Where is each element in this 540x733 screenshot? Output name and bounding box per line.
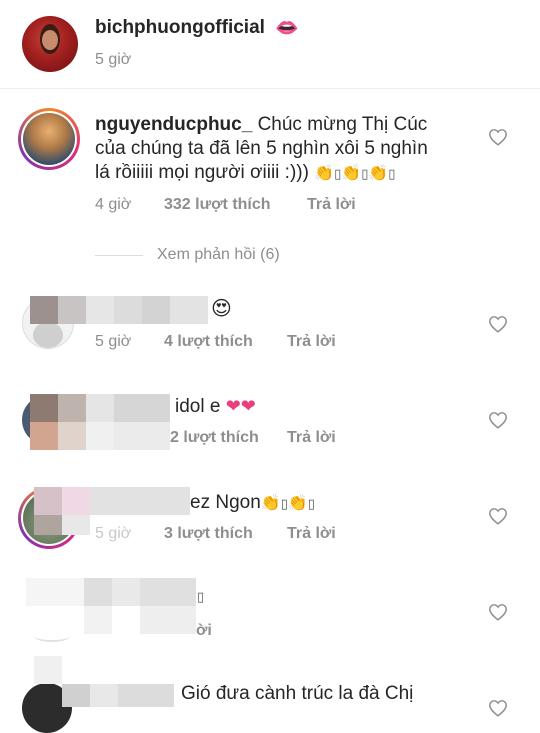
pixelated-username: [114, 394, 170, 422]
comment-2-time: 5 giờ: [95, 333, 132, 350]
comment-6-text: Gió đưa cành trúc la đà Chị: [181, 683, 414, 704]
comment-1-text-line1: Chúc mừng Thị Cúc: [257, 114, 428, 135]
heart-emoji: ❤: [225, 396, 241, 416]
pixelated-username: [86, 422, 114, 450]
comment-2-likes[interactable]: 4 lượt thích: [164, 333, 253, 351]
pixelated-username: [30, 394, 58, 422]
pixelated-username: [86, 296, 114, 324]
comment-2-like-heart-icon[interactable]: [488, 315, 508, 333]
comment-5-avatar-edge: [34, 630, 70, 642]
comment-6-like-heart-icon[interactable]: [488, 699, 508, 717]
comment-1-like-heart-icon[interactable]: [488, 128, 508, 146]
pixelated-username: [114, 296, 142, 324]
commenter-avatar: [23, 113, 75, 165]
clap-emoji: 👏: [341, 165, 362, 182]
comment-5-like-heart-icon[interactable]: [488, 603, 508, 621]
pixelated-username: [58, 422, 86, 450]
lips-emoji: 👄: [275, 18, 299, 39]
comment-1-username[interactable]: nguyenducphuc_: [95, 114, 252, 135]
comment-1-time: 4 giờ: [95, 196, 132, 213]
missing-glyph-icon: ▯: [197, 589, 205, 604]
clap-emoji: 👏: [287, 495, 308, 512]
pixelated-username: [140, 578, 196, 606]
comment-3-text: idol e ❤❤: [175, 395, 256, 418]
pixelated-username: [84, 606, 112, 634]
missing-glyph-icon: ▯: [388, 166, 396, 181]
pixelated-username: [140, 606, 196, 634]
pixelated-username: [30, 422, 58, 450]
comment-4-time: 5 giờ: [95, 525, 132, 542]
comment-3-likes[interactable]: 2 lượt thích: [170, 429, 259, 447]
pixelated-username: [58, 296, 86, 324]
missing-glyph-icon: ▯: [307, 496, 315, 511]
pixelated-username: [84, 578, 112, 606]
comment-4-like-heart-icon[interactable]: [488, 507, 508, 525]
comment-4-text: ez Ngon👏▯👏▯: [190, 491, 315, 515]
comment-5-reply-button[interactable]: ời: [196, 622, 212, 640]
post-time: 5 giờ: [95, 51, 132, 68]
comment-4-reply-button[interactable]: Trả lời: [287, 525, 336, 543]
comment-avatar-ring[interactable]: [18, 108, 80, 170]
pixelated-username: [170, 296, 208, 324]
comment-1-likes[interactable]: 332 lượt thích: [164, 196, 271, 214]
header-divider: [0, 88, 540, 89]
missing-glyph-icon: ▯: [280, 496, 288, 511]
pixelated-username: [114, 422, 170, 450]
post-author-username[interactable]: bichphuongofficial: [95, 17, 265, 39]
pixelated-username: [58, 394, 86, 422]
pixelated-username: [34, 656, 62, 684]
pixelated-username: [90, 684, 118, 707]
comment-1-text-line3: lá rồiiiii mọi người ơiiii :))) 👏▯👏▯👏▯: [95, 161, 395, 185]
heart-eyes-emoji: 😍: [211, 298, 232, 320]
post-author-avatar[interactable]: [22, 16, 78, 72]
view-replies-button[interactable]: Xem phản hồi (6): [157, 246, 280, 264]
comment-1-text-line2: của chúng ta đã lên 5 nghìn xôi 5 nghìn: [95, 138, 428, 159]
pixelated-username: [30, 296, 58, 324]
comment-3-reply-button[interactable]: Trả lời: [287, 429, 336, 447]
clap-emoji: 👏: [260, 495, 281, 512]
pixelated-username: [62, 487, 90, 515]
comment-3-like-heart-icon[interactable]: [488, 411, 508, 429]
comment-1-reply-button[interactable]: Trả lời: [307, 196, 356, 214]
view-replies-line: [95, 255, 143, 256]
clap-emoji: 👏: [314, 165, 335, 182]
pixelated-username: [34, 487, 62, 515]
pixelated-username: [26, 578, 84, 606]
heart-emoji: ❤: [240, 396, 256, 416]
pixelated-username: [118, 684, 174, 707]
comment-4-text-content: ez Ngon: [190, 492, 261, 513]
pixelated-username: [142, 296, 170, 324]
clap-emoji: 👏: [368, 165, 389, 182]
comment-1-text-line3-content: lá rồiiiii mọi người ơiiii :))): [95, 162, 309, 183]
pixelated-username: [86, 394, 114, 422]
pixelated-username: [90, 487, 190, 515]
pixelated-username: [34, 515, 62, 535]
comment-4-likes[interactable]: 3 lượt thích: [164, 525, 253, 543]
pixelated-username: [62, 515, 90, 535]
pixelated-username: [62, 684, 90, 707]
comment-1-body: nguyenducphuc_ Chúc mừng Thị Cúc: [95, 113, 427, 136]
comment-3-text-content: idol e: [175, 396, 221, 417]
pixelated-username: [112, 578, 140, 606]
comment-2-reply-button[interactable]: Trả lời: [287, 333, 336, 351]
